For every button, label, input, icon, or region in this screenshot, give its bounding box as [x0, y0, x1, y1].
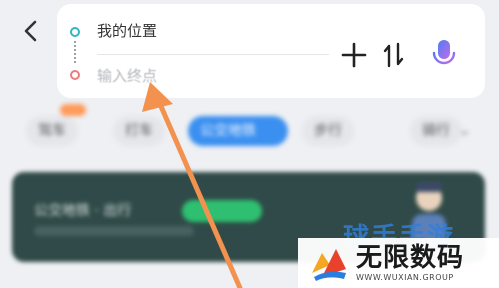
site-watermark: 无限数码 WWW.WUXIAN.GROUP — [298, 238, 499, 288]
microphone-icon — [432, 40, 456, 71]
tab-drive[interactable]: 驾车 — [26, 116, 78, 146]
tab-ride[interactable]: 骑行 — [410, 116, 462, 146]
swap-arrows-icon — [383, 42, 404, 68]
route-connector-line — [74, 41, 76, 65]
banner-highlight — [182, 200, 262, 222]
add-waypoint-button[interactable] — [337, 38, 371, 72]
chevron-down-icon[interactable]: ⌄ — [458, 120, 471, 139]
chevron-left-icon — [24, 20, 37, 42]
destination-input[interactable] — [97, 64, 297, 88]
end-point-marker — [70, 70, 80, 80]
watermark-title: 无限数码 — [356, 243, 465, 273]
back-button[interactable] — [18, 16, 46, 46]
start-point-marker — [70, 27, 80, 37]
tab-badge — [60, 104, 86, 116]
plus-icon — [341, 42, 367, 68]
start-location-field[interactable]: 我的位置 — [97, 20, 157, 42]
banner-subline — [34, 226, 194, 236]
watermark-url: WWW.WUXIAN.GROUP — [356, 273, 454, 282]
field-divider — [97, 54, 329, 55]
tab-walk[interactable]: 步行 — [302, 116, 354, 146]
banner-headline: 公交地铁 · 出行 — [34, 203, 132, 219]
tab-taxi[interactable]: 打车 — [113, 116, 165, 146]
brand-logo-icon — [312, 249, 346, 281]
swap-route-button[interactable] — [379, 38, 409, 72]
travel-mode-tabs: 驾车 打车 公交地铁 步行 骑行 ⌄ — [0, 104, 499, 154]
tab-transit[interactable]: 公交地铁 — [188, 116, 288, 146]
voice-input-button[interactable] — [428, 36, 460, 74]
